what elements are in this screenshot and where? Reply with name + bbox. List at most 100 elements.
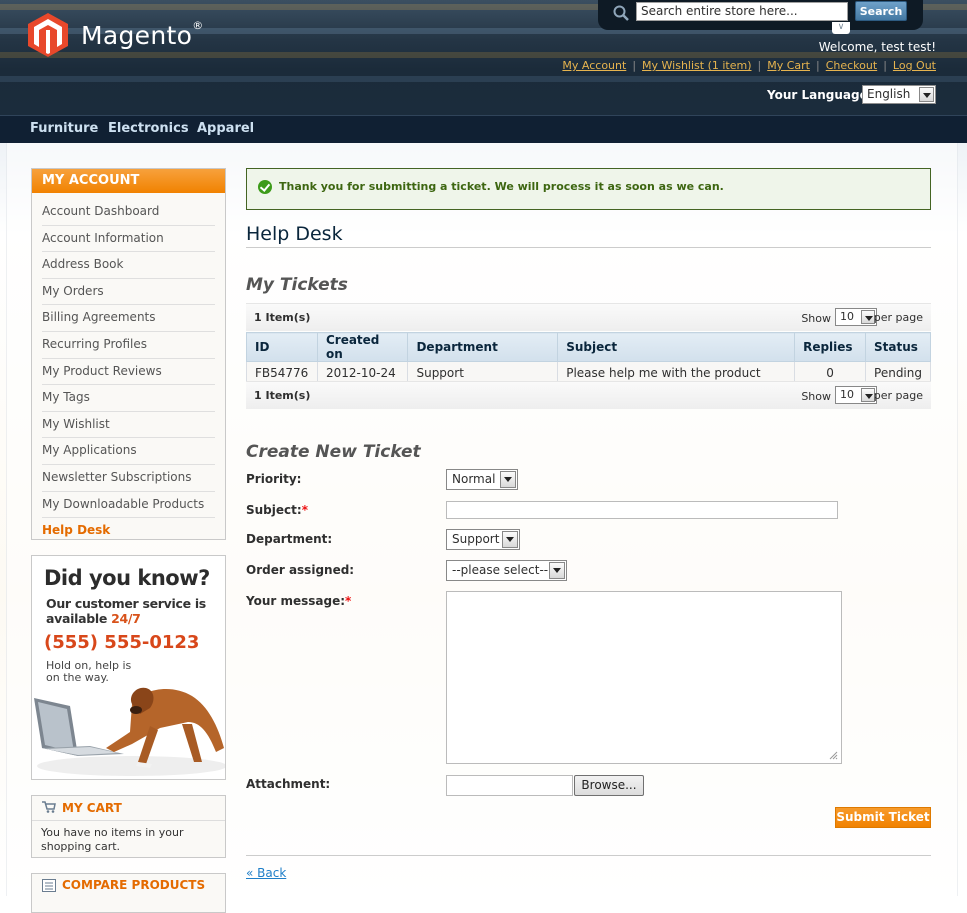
main-nav: Furniture Electronics Apparel bbox=[0, 115, 967, 143]
promo-line-2: available bbox=[46, 611, 112, 626]
sidebar-item-my-orders[interactable]: My Orders bbox=[42, 279, 215, 306]
column-header-id[interactable]: ID bbox=[246, 332, 318, 362]
attachment-file-input[interactable] bbox=[446, 775, 573, 796]
link-log-out[interactable]: Log Out bbox=[893, 59, 936, 72]
department-label: Department: bbox=[246, 532, 333, 546]
back-link[interactable]: « Back bbox=[246, 866, 286, 880]
sidebar-item-my-wishlist[interactable]: My Wishlist bbox=[42, 412, 215, 439]
nav-item-furniture[interactable]: Furniture bbox=[30, 121, 98, 136]
message-label: Your message:* bbox=[246, 594, 351, 608]
mini-cart-empty-message: You have no items in your shopping cart. bbox=[32, 820, 225, 859]
dropdown-arrow-icon bbox=[502, 531, 518, 548]
search-input[interactable]: Search entire store here... bbox=[636, 2, 848, 21]
customer-service-promo[interactable]: Did you know? Our customer service is av… bbox=[31, 555, 226, 780]
submit-ticket-button[interactable]: Submit Ticket bbox=[835, 807, 931, 828]
promo-line-1: Our customer service is bbox=[46, 596, 206, 611]
compare-products-box: COMPARE PRODUCTS bbox=[31, 873, 226, 913]
tickets-pager-top: 1 Item(s) Show 10 per page bbox=[246, 303, 931, 331]
pager-limit-value: 10 bbox=[840, 310, 854, 323]
success-check-icon bbox=[258, 180, 272, 194]
attachment-label: Attachment: bbox=[246, 777, 331, 791]
promo-highlight: 24/7 bbox=[111, 611, 141, 626]
pager-show-label: Show bbox=[801, 390, 831, 403]
account-nav-box: MY ACCOUNT Account Dashboard Account Inf… bbox=[31, 168, 226, 540]
dropdown-arrow-icon bbox=[549, 562, 565, 579]
search-button[interactable]: Search bbox=[855, 1, 907, 21]
cart-icon bbox=[42, 801, 56, 813]
dropdown-arrow-icon bbox=[919, 87, 934, 102]
tickets-table: ID Created on Department Subject Replies… bbox=[246, 332, 931, 385]
column-header-replies[interactable]: Replies bbox=[794, 332, 867, 362]
table-header-row: ID Created on Department Subject Replies… bbox=[246, 332, 931, 362]
chevron-down-icon[interactable]: ∨ bbox=[832, 22, 850, 34]
create-ticket-title: Create New Ticket bbox=[246, 442, 421, 462]
sidebar-item-help-desk: Help Desk bbox=[42, 523, 111, 538]
magento-logo[interactable]: Magento® bbox=[28, 13, 204, 57]
pager-item-count: 1 Item(s) bbox=[254, 389, 311, 402]
department-select[interactable]: Support bbox=[446, 529, 520, 550]
sidebar-item-account-information[interactable]: Account Information bbox=[42, 226, 215, 253]
language-value: English bbox=[867, 87, 911, 101]
link-my-cart[interactable]: My Cart bbox=[767, 59, 810, 72]
link-checkout[interactable]: Checkout bbox=[826, 59, 877, 72]
sidebar-item-my-downloadable-products[interactable]: My Downloadable Products bbox=[42, 492, 215, 519]
subject-label: Subject:* bbox=[246, 503, 308, 517]
link-my-wishlist[interactable]: My Wishlist (1 item) bbox=[642, 59, 751, 72]
form-bottom-divider bbox=[246, 855, 931, 856]
dropdown-arrow-icon bbox=[500, 471, 516, 488]
priority-select[interactable]: Normal bbox=[446, 469, 518, 490]
title-divider bbox=[246, 247, 931, 248]
pager-limit-value: 10 bbox=[840, 388, 854, 401]
column-header-department[interactable]: Department bbox=[407, 332, 559, 362]
required-mark: * bbox=[345, 594, 352, 608]
priority-label: Priority: bbox=[246, 472, 302, 486]
language-select[interactable]: English bbox=[862, 85, 936, 104]
pager-show-label: Show bbox=[801, 312, 831, 325]
sidebar-item-my-applications[interactable]: My Applications bbox=[42, 438, 215, 465]
brand-name: Magento bbox=[81, 20, 193, 50]
my-tickets-title: My Tickets bbox=[246, 275, 348, 295]
required-mark: * bbox=[301, 503, 308, 517]
priority-value: Normal bbox=[452, 472, 496, 486]
account-nav-title: MY ACCOUNT bbox=[32, 169, 225, 193]
order-assigned-select[interactable]: --please select-- bbox=[446, 560, 567, 581]
order-assigned-label: Order assigned: bbox=[246, 563, 355, 577]
link-my-account[interactable]: My Account bbox=[562, 59, 626, 72]
sidebar-item-address-book[interactable]: Address Book bbox=[42, 252, 215, 279]
language-label: Your Language: bbox=[767, 88, 873, 102]
order-assigned-value: --please select-- bbox=[452, 563, 549, 577]
site-header: Magento® Search entire store here... Sea… bbox=[0, 0, 967, 115]
success-message: Thank you for submitting a ticket. We wi… bbox=[246, 168, 931, 210]
mini-cart-box: MY CART You have no items in your shoppi… bbox=[31, 795, 226, 858]
resize-handle-icon[interactable] bbox=[828, 750, 838, 760]
nav-item-apparel[interactable]: Apparel bbox=[197, 121, 254, 136]
promo-title: Did you know? bbox=[44, 566, 210, 590]
magento-logo-icon bbox=[28, 13, 68, 57]
message-textarea[interactable] bbox=[446, 591, 842, 764]
column-header-subject[interactable]: Subject bbox=[557, 332, 796, 362]
success-message-text: Thank you for submitting a ticket. We wi… bbox=[279, 180, 724, 193]
sidebar-item-billing-agreements[interactable]: Billing Agreements bbox=[42, 305, 215, 332]
tickets-pager-bottom: 1 Item(s) Show 10 per page bbox=[246, 381, 931, 409]
pager-item-count: 1 Item(s) bbox=[254, 311, 311, 324]
promo-phone: (555) 555-0123 bbox=[44, 632, 200, 653]
subject-input[interactable] bbox=[446, 501, 838, 519]
search-icon bbox=[613, 5, 629, 21]
mini-cart-title: MY CART bbox=[62, 801, 122, 815]
pager-per-page-label: per page bbox=[873, 311, 923, 324]
nav-item-electronics[interactable]: Electronics bbox=[108, 121, 189, 136]
pager-limit-select[interactable]: 10 bbox=[835, 308, 877, 326]
pager-per-page-label: per page bbox=[873, 389, 923, 402]
sidebar-item-newsletter-subscriptions[interactable]: Newsletter Subscriptions bbox=[42, 465, 215, 492]
column-header-status[interactable]: Status bbox=[865, 332, 931, 362]
sidebar-item-my-tags[interactable]: My Tags bbox=[42, 385, 215, 412]
column-header-created-on[interactable]: Created on bbox=[316, 332, 409, 362]
sidebar-item-my-product-reviews[interactable]: My Product Reviews bbox=[42, 359, 215, 386]
promo-subtitle: Our customer service is available 24/7 bbox=[46, 596, 206, 626]
pager-limit-select[interactable]: 10 bbox=[835, 386, 877, 404]
browse-button[interactable]: Browse... bbox=[574, 775, 644, 796]
compare-icon bbox=[42, 879, 56, 892]
message-label-text: Your message: bbox=[246, 594, 346, 608]
sidebar-item-recurring-profiles[interactable]: Recurring Profiles bbox=[42, 332, 215, 359]
sidebar-item-account-dashboard[interactable]: Account Dashboard bbox=[42, 199, 215, 226]
